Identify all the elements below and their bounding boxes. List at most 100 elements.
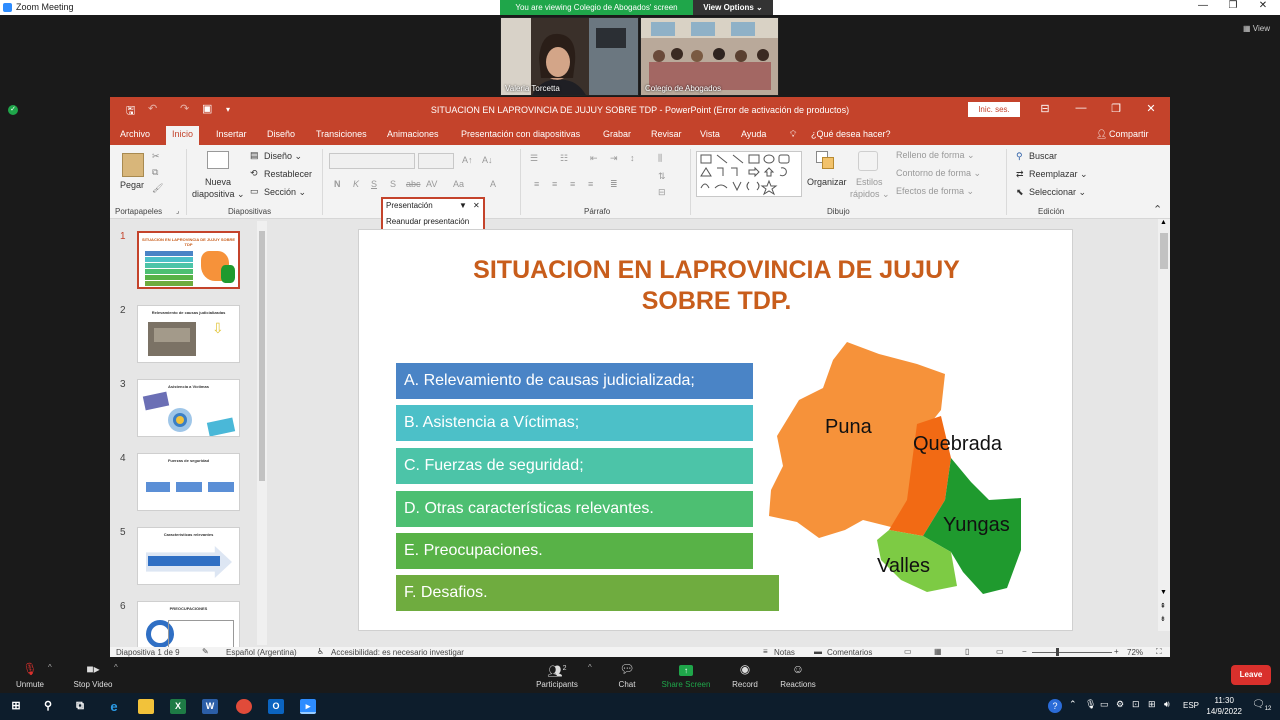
tab-ayuda[interactable]: Ayuda bbox=[741, 129, 766, 139]
audio-options-icon[interactable]: ^ bbox=[48, 663, 52, 672]
layout-icon[interactable]: ▤ bbox=[250, 150, 259, 161]
paste-icon[interactable] bbox=[122, 153, 144, 177]
change-case-icon[interactable]: Aa bbox=[453, 179, 464, 189]
new-slide-icon[interactable] bbox=[207, 151, 229, 169]
fit-slide-icon[interactable]: ⛶ bbox=[1156, 647, 1162, 657]
help-icon[interactable]: ? bbox=[1048, 699, 1062, 713]
tab-transiciones[interactable]: Transiciones bbox=[316, 129, 367, 139]
stop-video-button[interactable]: ■▸ Stop Video bbox=[70, 662, 116, 689]
windows-start-icon[interactable]: ⊞ bbox=[8, 699, 24, 714]
section-icon[interactable]: ▭ bbox=[250, 186, 259, 197]
unmute-button[interactable]: 🎙︎ Unmute bbox=[10, 662, 50, 689]
slide-sorter-icon[interactable]: ▦ bbox=[934, 647, 942, 656]
view-button[interactable]: ▦ View bbox=[1243, 24, 1270, 33]
accessibility-status[interactable]: Accesibilidad: es necesario investigar bbox=[331, 648, 464, 657]
slide-thumbnail-3[interactable]: Asistencia a Víctimas bbox=[137, 379, 240, 437]
find-button[interactable]: Buscar bbox=[1029, 151, 1057, 161]
resume-presentation-button[interactable]: Reanudar presentación bbox=[386, 217, 469, 226]
scroll-up-icon[interactable]: ▲ bbox=[1160, 219, 1167, 226]
slide-thumbnail-4[interactable]: Fuerzas de seguridad bbox=[137, 453, 240, 511]
text-direction-icon[interactable]: ⇅ bbox=[658, 171, 666, 182]
previous-slide-icon[interactable]: ⇞ bbox=[1160, 602, 1166, 610]
font-name-select[interactable] bbox=[329, 153, 415, 169]
sign-in-button[interactable]: Inic. ses. bbox=[968, 102, 1020, 117]
slide-thumbnail-1[interactable]: SITUACION EN LAPROVINCIA DE JUJUY SOBRE … bbox=[137, 231, 240, 289]
new-slide-dropdown[interactable]: diapositiva ⌄ bbox=[192, 189, 245, 200]
reset-button[interactable]: Restablecer bbox=[264, 169, 312, 179]
justify-icon[interactable]: ≡ bbox=[588, 179, 593, 189]
network-icon[interactable]: ⊞ bbox=[1148, 699, 1156, 710]
search-icon[interactable]: ⚲ bbox=[40, 699, 56, 714]
collapse-ribbon-icon[interactable]: ⌃ bbox=[1153, 203, 1162, 216]
quick-styles-label[interactable]: Estilos bbox=[856, 177, 883, 187]
participants-button[interactable]: 👥︎2 Participants bbox=[532, 662, 582, 689]
increase-indent-icon[interactable]: ⇥ bbox=[610, 153, 618, 164]
scroll-thumb[interactable] bbox=[1160, 233, 1168, 269]
share-button[interactable]: Compartir bbox=[1109, 129, 1149, 139]
align-left-icon[interactable]: ≡ bbox=[534, 179, 539, 189]
tab-inicio[interactable]: Inicio bbox=[166, 126, 200, 145]
spelling-icon[interactable]: ✎ bbox=[202, 647, 209, 656]
tell-me-search[interactable]: ¿Qué desea hacer? bbox=[811, 129, 891, 139]
excel-icon[interactable]: X bbox=[170, 699, 186, 714]
shape-fill-button[interactable]: Relleno de forma ⌄ bbox=[896, 150, 975, 161]
reactions-button[interactable]: ☺︎ Reactions bbox=[776, 662, 820, 689]
edge-icon[interactable]: e bbox=[106, 699, 122, 714]
format-painter-icon[interactable]: 🖌︎ bbox=[152, 183, 163, 194]
tab-diseno[interactable]: Diseño bbox=[267, 129, 295, 139]
slide-scrollbar[interactable]: ▲ ▼ ⇞ ⇟ bbox=[1158, 219, 1170, 631]
ppt-close-icon[interactable]: ✕ bbox=[1136, 102, 1166, 115]
paste-button[interactable]: Pegar bbox=[120, 180, 144, 190]
font-color-icon[interactable]: A bbox=[490, 179, 496, 189]
close-icon[interactable]: ✕ bbox=[1248, 0, 1278, 11]
numbering-icon[interactable]: ☷ bbox=[560, 153, 568, 164]
record-button[interactable]: ◉ Record bbox=[726, 662, 764, 689]
align-text-icon[interactable]: ⊟ bbox=[658, 187, 666, 198]
outlook-icon[interactable]: O bbox=[268, 699, 284, 714]
grow-font-icon[interactable]: A↑ bbox=[462, 155, 473, 165]
layout-button[interactable]: Diseño ⌄ bbox=[264, 151, 302, 162]
strikethrough-icon[interactable]: abc bbox=[406, 179, 421, 189]
columns-icon[interactable]: ⫼ bbox=[658, 153, 662, 164]
notifications-icon[interactable]: 🗨︎12 bbox=[1252, 699, 1271, 712]
quick-styles-icon[interactable] bbox=[858, 151, 878, 171]
next-slide-icon[interactable]: ⇟ bbox=[1160, 615, 1166, 623]
line-spacing-icon[interactable]: ↕ bbox=[630, 153, 635, 163]
slide-canvas[interactable]: SITUACION EN LAPROVINCIA DE JUJUY SOBRE … bbox=[358, 229, 1073, 631]
minimize-icon[interactable]: — bbox=[1188, 0, 1218, 11]
ppt-restore-icon[interactable]: ❐ bbox=[1101, 102, 1131, 115]
language-label[interactable]: Español (Argentina) bbox=[226, 648, 297, 657]
scroll-down-icon[interactable]: ▼ bbox=[1160, 589, 1167, 596]
shrink-font-icon[interactable]: A↓ bbox=[482, 155, 493, 165]
slide-thumbnail-5[interactable]: Características relevantes bbox=[137, 527, 240, 585]
select-button[interactable]: Seleccionar ⌄ bbox=[1029, 187, 1086, 198]
distribute-icon[interactable]: ≣ bbox=[610, 179, 618, 190]
file-explorer-icon[interactable] bbox=[138, 699, 154, 714]
zoom-out-icon[interactable]: − bbox=[1022, 647, 1027, 656]
zoom-level[interactable]: 72% bbox=[1127, 648, 1143, 657]
leave-button[interactable]: Leave bbox=[1231, 665, 1271, 685]
zoom-slider[interactable] bbox=[1032, 652, 1112, 653]
shape-effects-button[interactable]: Efectos de forma ⌄ bbox=[896, 186, 974, 197]
participants-options-icon[interactable]: ^ bbox=[588, 663, 592, 672]
security-shield-icon[interactable]: ✓ bbox=[8, 105, 18, 115]
chrome-icon[interactable] bbox=[236, 699, 252, 714]
thumbnails-scrollbar[interactable] bbox=[257, 221, 267, 645]
decrease-indent-icon[interactable]: ⇤ bbox=[590, 153, 598, 164]
italic-icon[interactable]: K bbox=[353, 179, 359, 189]
chat-button[interactable]: 💬︎ Chat bbox=[610, 662, 644, 689]
align-right-icon[interactable]: ≡ bbox=[570, 179, 575, 189]
tab-insertar[interactable]: Insertar bbox=[216, 129, 247, 139]
char-spacing-icon[interactable]: AV bbox=[426, 179, 437, 189]
align-center-icon[interactable]: ≡ bbox=[552, 179, 557, 189]
slide-thumbnail-2[interactable]: Relevamiento de causas judicializadas ⇩ bbox=[137, 305, 240, 363]
participant-video[interactable]: Valeria Torcetta bbox=[500, 17, 639, 96]
new-slide-label[interactable]: Nueva bbox=[205, 177, 231, 187]
comments-button[interactable]: Comentarios bbox=[827, 648, 872, 657]
system-tray-icon[interactable]: ⚙︎ bbox=[1116, 699, 1124, 710]
system-tray-icon[interactable]: 🎙︎ bbox=[1085, 699, 1096, 710]
show-hidden-icons-icon[interactable]: ⌃ bbox=[1069, 699, 1077, 710]
popup-close-icon[interactable]: ✕ bbox=[473, 201, 480, 210]
view-options-button[interactable]: View Options ⌄ bbox=[693, 0, 773, 15]
video-options-icon[interactable]: ^ bbox=[114, 663, 118, 672]
